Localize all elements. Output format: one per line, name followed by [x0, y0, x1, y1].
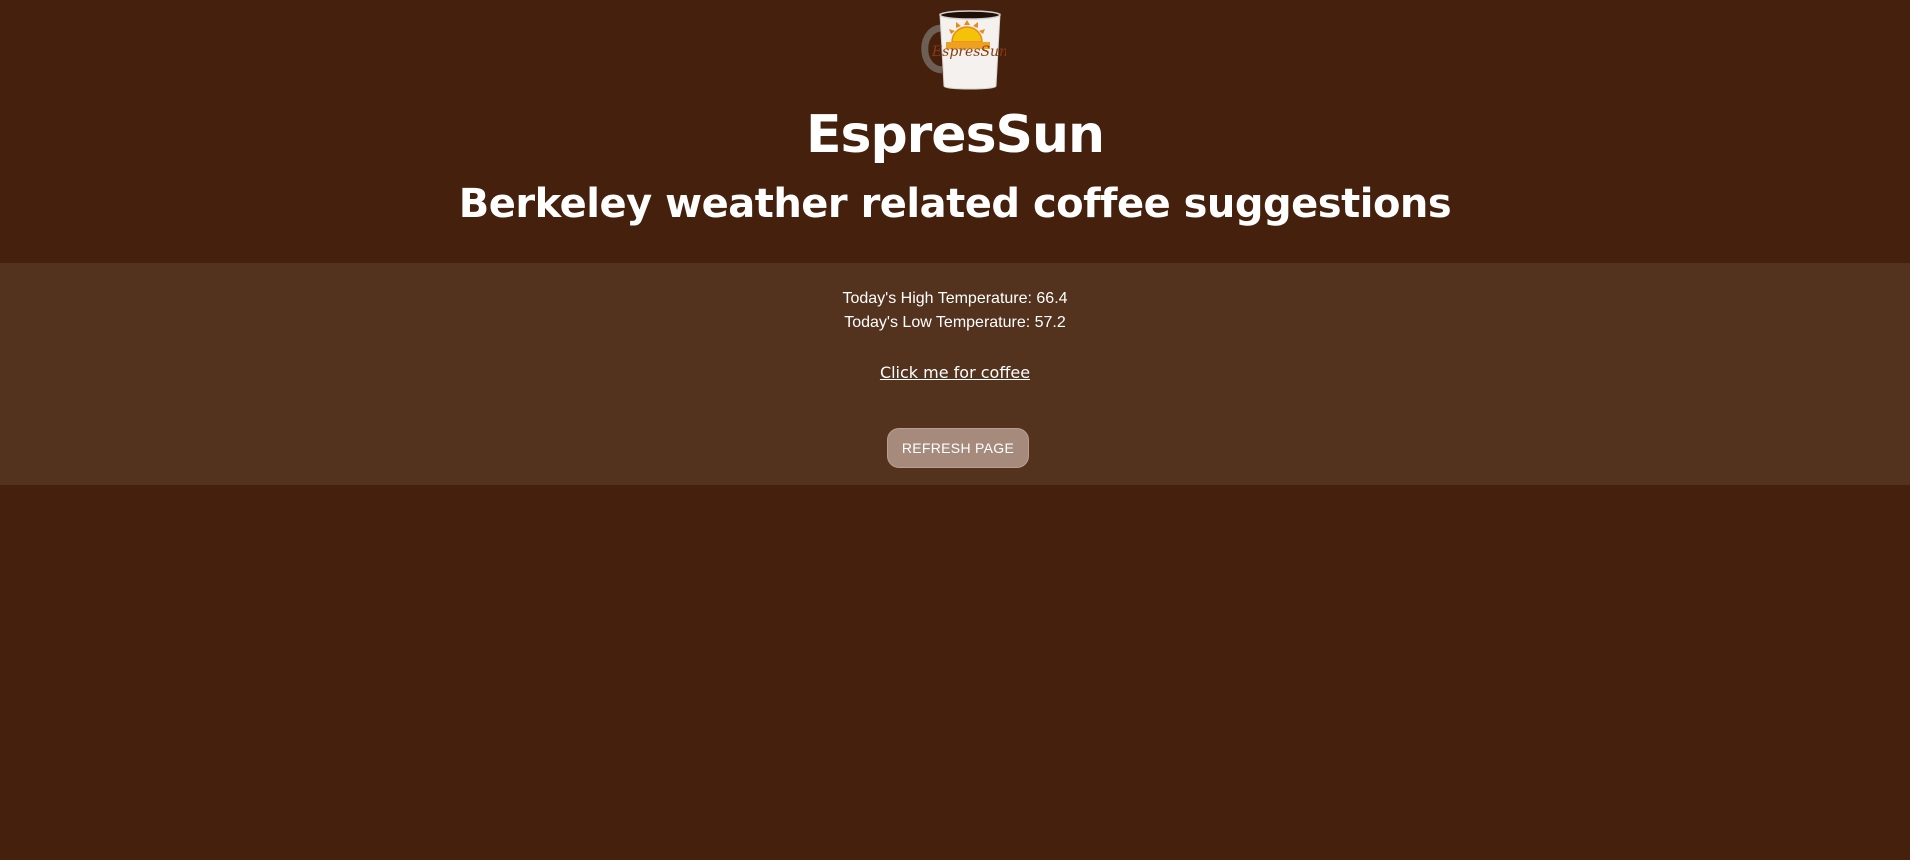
app-title: EspresSun [805, 105, 1105, 165]
logo-wordmark: EspresSun [931, 44, 1006, 60]
coffee-suggestion-link[interactable]: Click me for coffee [880, 363, 1030, 382]
coffee-link-container: Click me for coffee [0, 361, 1910, 385]
refresh-page-button[interactable]: REFRESH PAGE [887, 428, 1029, 468]
coffee-mug-sun-logo-icon: EspresSun [921, 10, 1006, 90]
page-header: EspresSun EspresSun Berkeley weather rel… [0, 0, 1910, 263]
weather-panel: Today's High Temperature: 66.4 Today's L… [0, 263, 1910, 485]
page-subtitle: Berkeley weather related coffee suggesti… [458, 181, 1452, 227]
high-temperature: Today's High Temperature: 66.4 [842, 290, 1068, 307]
low-temperature: Today's Low Temperature: 57.2 [844, 314, 1066, 331]
